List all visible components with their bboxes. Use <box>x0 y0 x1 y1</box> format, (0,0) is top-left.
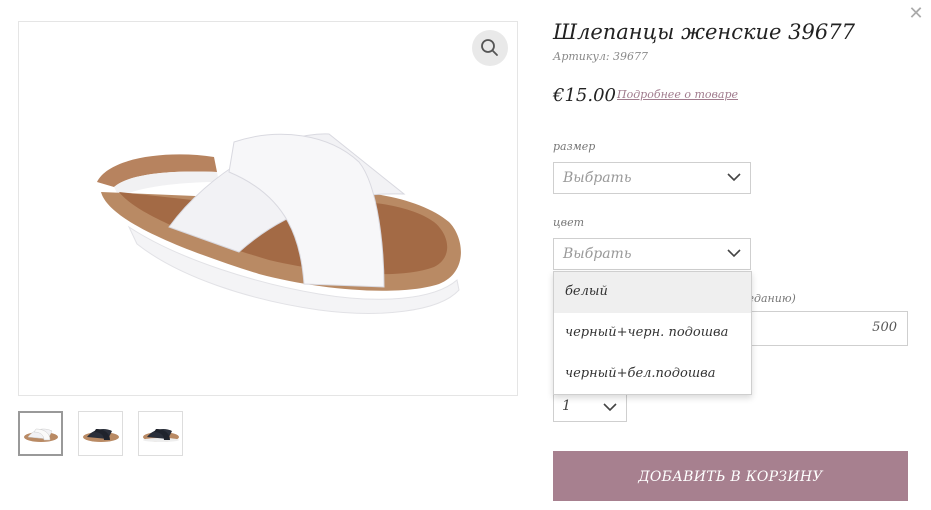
zoom-button[interactable] <box>472 30 508 66</box>
engraving-input-value: 500 <box>872 320 897 335</box>
color-dropdown-list: белый черный+черн. подошва черный+бел.по… <box>553 271 752 395</box>
product-details-link[interactable]: Подробнее о товаре <box>617 88 738 101</box>
thumbnail-white[interactable] <box>18 411 63 456</box>
size-select[interactable]: Выбрать <box>553 162 751 194</box>
color-option-black-black-sole[interactable]: черный+черн. подошва <box>554 313 751 354</box>
sandal-illustration <box>97 133 461 314</box>
chevron-down-icon <box>727 249 741 258</box>
product-sku: Артикул: 39677 <box>553 50 649 63</box>
color-option-black-white-sole[interactable]: черный+бел.подошва <box>554 354 751 395</box>
thumbnail-black-black-sole[interactable] <box>78 411 123 456</box>
color-select[interactable]: Выбрать <box>553 238 751 270</box>
product-price: €15.00 <box>553 85 616 106</box>
chevron-down-icon <box>603 403 617 412</box>
color-option-white[interactable]: белый <box>554 272 751 313</box>
engraving-input[interactable]: 500 <box>735 311 908 346</box>
thumbnail-black-white-sole[interactable] <box>138 411 183 456</box>
size-label: размер <box>553 140 596 153</box>
size-select-value: Выбрать <box>563 170 632 186</box>
quantity-select-value: 1 <box>562 398 571 414</box>
quantity-select[interactable]: 1 <box>553 392 627 422</box>
chevron-down-icon <box>727 173 741 182</box>
close-icon[interactable]: ✕ <box>906 4 926 24</box>
product-title: Шлепанцы женские 39677 <box>553 20 855 44</box>
add-to-cart-button[interactable]: ДОБАВИТЬ В КОРЗИНУ <box>553 451 908 501</box>
color-select-value: Выбрать <box>563 246 632 262</box>
color-label: цвет <box>553 216 585 229</box>
main-product-image[interactable] <box>18 21 518 396</box>
magnifier-icon <box>481 39 498 56</box>
